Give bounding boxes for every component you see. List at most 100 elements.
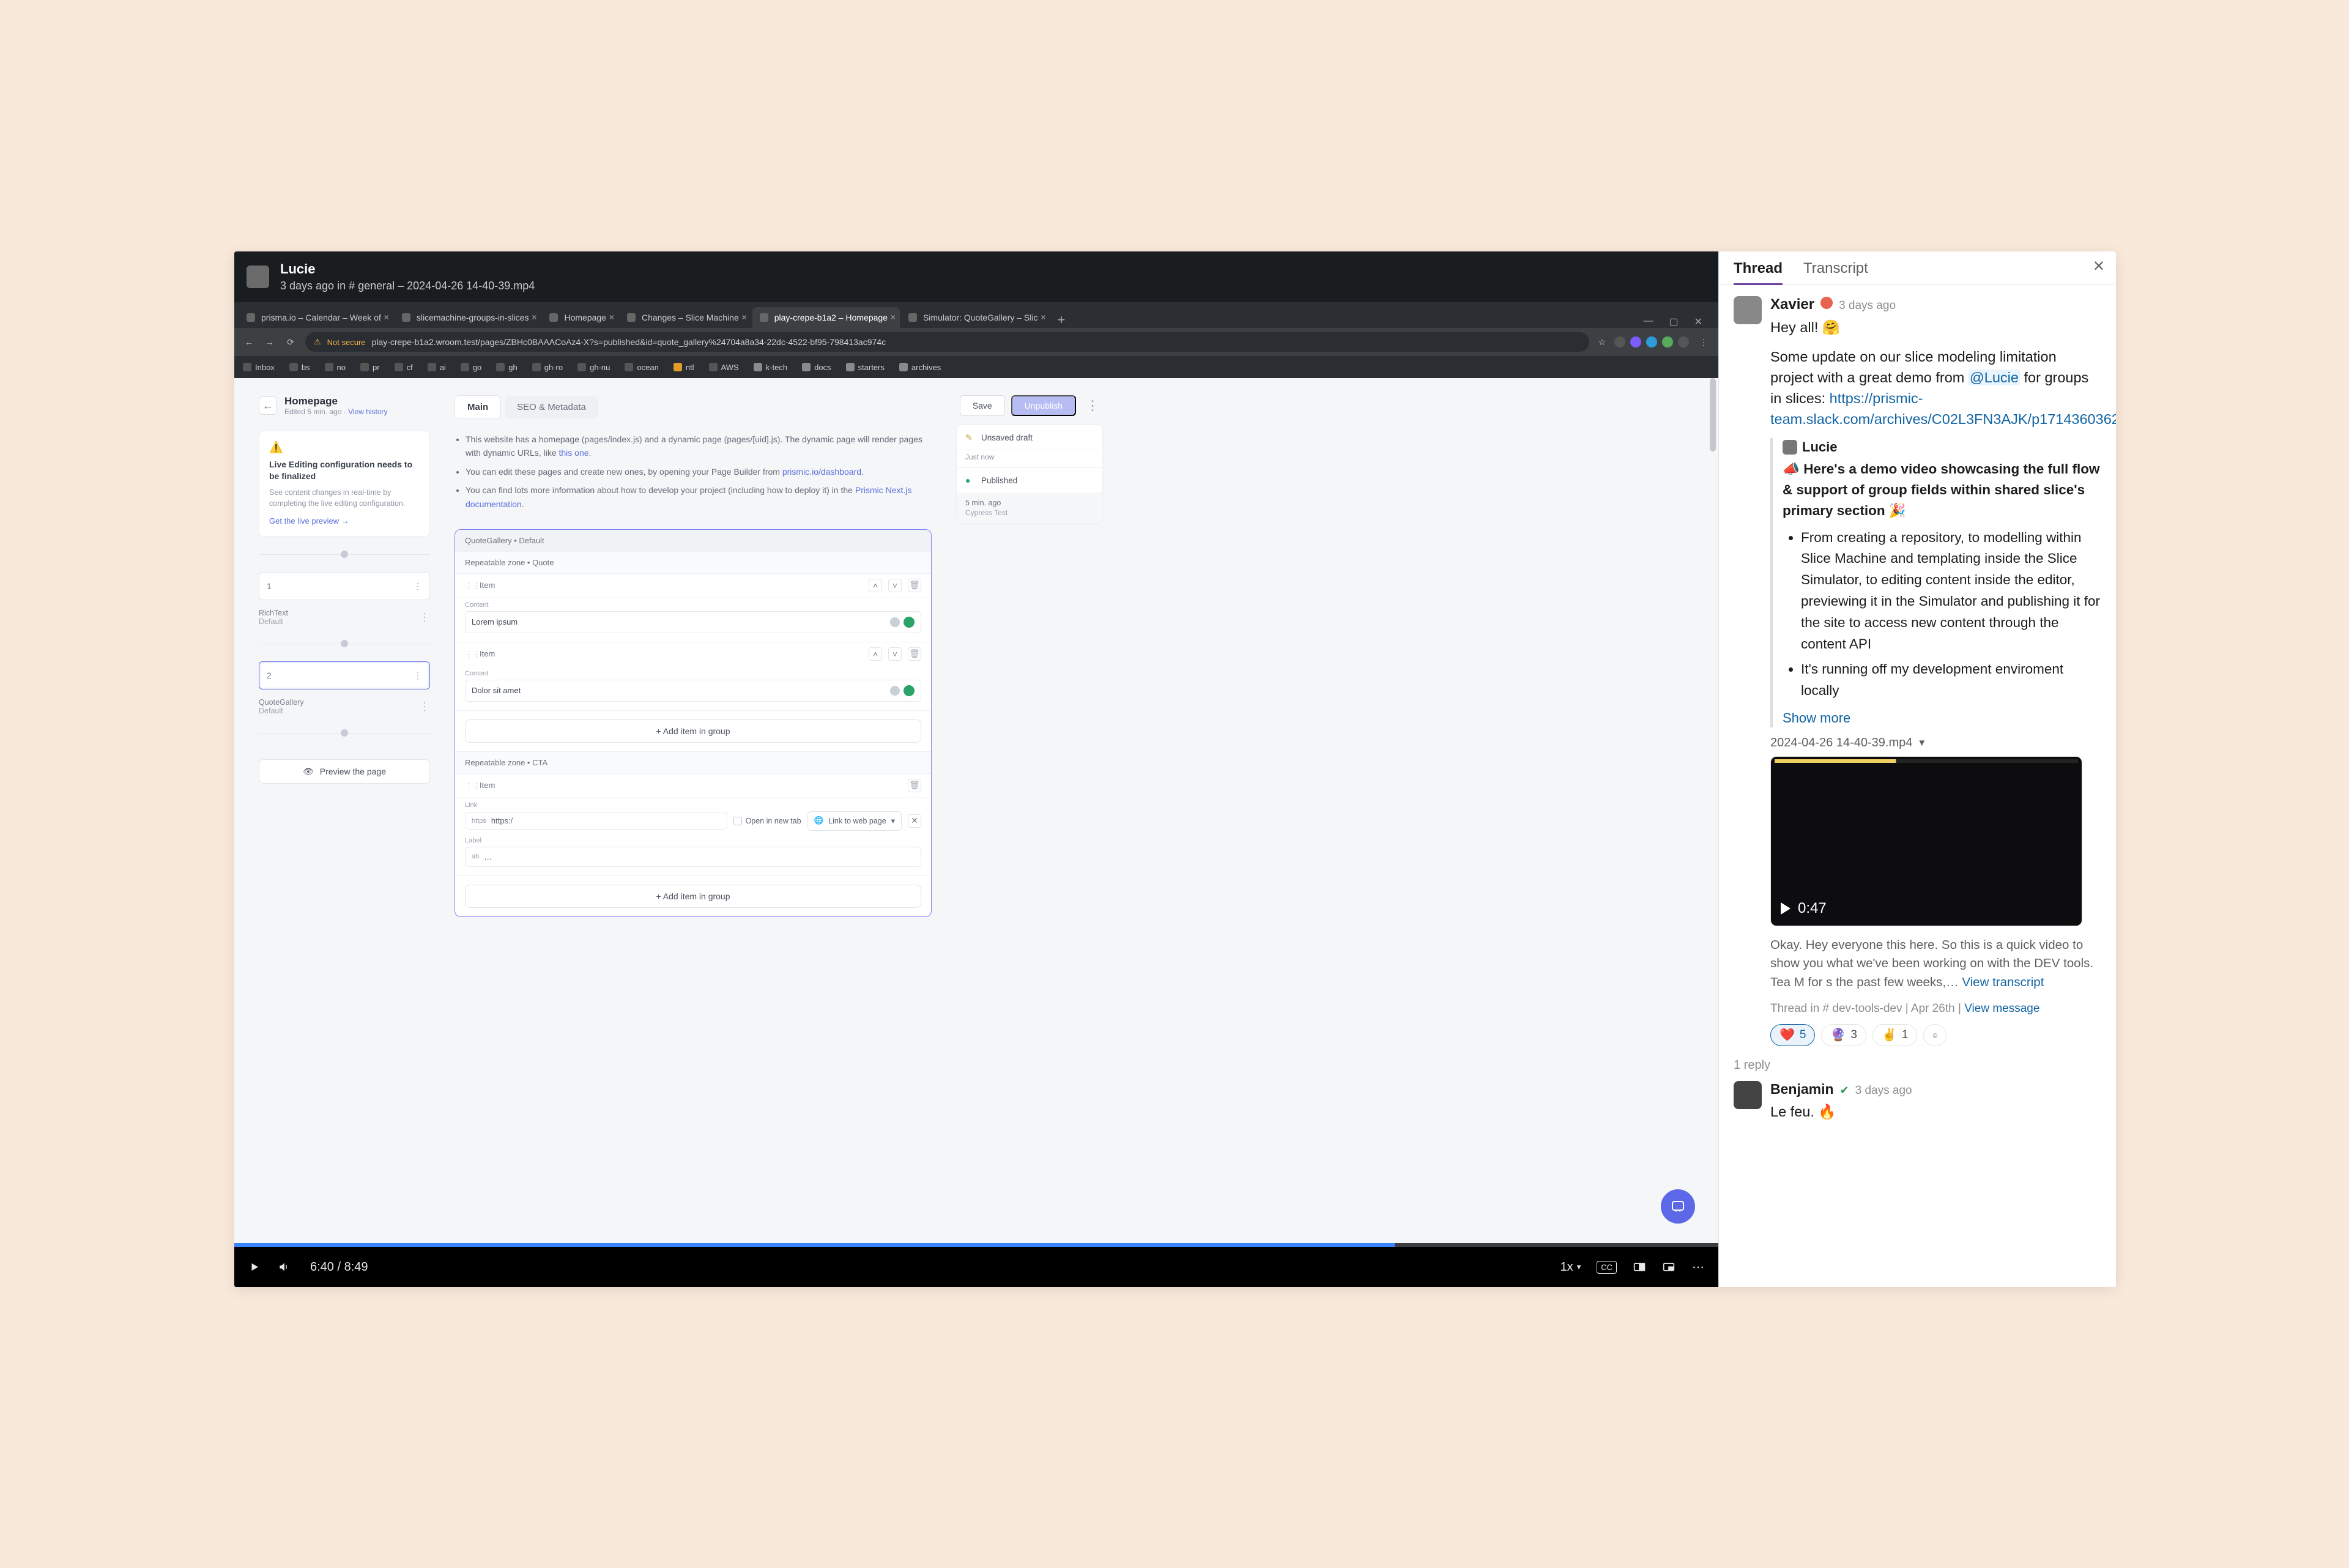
add-item-button[interactable]: + Add item in group xyxy=(465,719,921,743)
open-new-tab-checkbox[interactable]: Open in new tab xyxy=(733,817,801,825)
slice-slot-active[interactable]: 2⋮ xyxy=(259,661,430,689)
attachment-row[interactable]: 2024-04-26 14-40-39.mp4 ▼ xyxy=(1770,736,2101,750)
bookmark[interactable]: gh-nu xyxy=(577,363,610,372)
link-type-select[interactable]: 🌐Link to web page▾ xyxy=(807,811,902,831)
get-preview-link[interactable]: Get the live preview → xyxy=(269,516,349,526)
bookmark[interactable]: pr xyxy=(360,363,380,372)
extension-icon[interactable] xyxy=(1678,336,1689,347)
close-icon[interactable]: ✕ xyxy=(609,313,615,322)
close-icon[interactable]: ✕ xyxy=(531,313,537,322)
view-history-link[interactable]: View history xyxy=(348,407,387,416)
author-name[interactable]: Benjamin xyxy=(1770,1081,1834,1098)
pip-icon[interactable] xyxy=(1662,1260,1675,1274)
message-time[interactable]: 3 days ago xyxy=(1855,1084,1912,1098)
browser-tab[interactable]: Homepage✕ xyxy=(542,307,618,328)
extension-icon[interactable] xyxy=(1614,336,1625,347)
add-reaction-button[interactable]: ☺ xyxy=(1923,1024,1946,1046)
quoted-author[interactable]: Lucie xyxy=(1802,439,1837,455)
cc-button[interactable]: CC xyxy=(1597,1261,1617,1274)
back-button[interactable]: ← xyxy=(259,396,277,415)
view-message-link[interactable]: View message xyxy=(1964,1002,2039,1015)
slice-slot[interactable]: 1⋮ xyxy=(259,572,430,600)
nav-back-icon[interactable]: ← xyxy=(243,336,255,348)
save-button[interactable]: Save xyxy=(960,395,1005,416)
drag-icon[interactable]: ⋮⋮ xyxy=(465,650,473,658)
bookmark[interactable]: go xyxy=(461,363,481,372)
bookmark-folder[interactable]: archives xyxy=(899,363,941,372)
move-up-button[interactable]: ˄ xyxy=(869,647,882,661)
volume-icon[interactable] xyxy=(277,1260,291,1274)
video-frame[interactable]: prisma.io – Calendar – Week of✕ slicemac… xyxy=(234,302,1718,1243)
close-icon[interactable]: ✕ xyxy=(890,313,896,322)
extension-icon[interactable] xyxy=(1646,336,1657,347)
unpublish-button[interactable]: Unpublish xyxy=(1011,395,1076,416)
mention[interactable]: @Lucie xyxy=(1969,370,2020,385)
slot-menu-icon[interactable]: ⋮ xyxy=(414,581,422,592)
avatar[interactable] xyxy=(1734,1081,1762,1109)
reaction[interactable]: 🔮3 xyxy=(1821,1024,1866,1046)
theater-icon[interactable] xyxy=(1633,1260,1646,1274)
window-maximize-icon[interactable]: ▢ xyxy=(1669,316,1678,328)
move-down-button[interactable]: ˅ xyxy=(888,579,902,592)
kebab-icon[interactable]: ⋮ xyxy=(1082,398,1103,414)
view-transcript-link[interactable]: View transcript xyxy=(1962,975,2044,989)
content-input[interactable]: Lorem ipsum xyxy=(465,611,921,633)
extension-icon[interactable] xyxy=(1662,336,1673,347)
preview-page-button[interactable]: 👁Preview the page xyxy=(259,759,430,784)
drag-icon[interactable]: ⋮⋮ xyxy=(465,581,473,590)
slice-divider[interactable] xyxy=(259,726,430,740)
channel-link[interactable]: # dev-tools-dev xyxy=(1823,1002,1902,1015)
play-icon[interactable] xyxy=(248,1260,261,1274)
extension-icon[interactable] xyxy=(1630,336,1641,347)
link-input[interactable]: https https:/ xyxy=(465,812,727,830)
star-icon[interactable]: ☆ xyxy=(1598,337,1606,347)
link[interactable]: prismic.io/dashboard xyxy=(782,467,861,477)
tab-transcript[interactable]: Transcript xyxy=(1803,260,1868,284)
label-input[interactable]: ab … xyxy=(465,847,921,867)
delete-icon[interactable]: 🗑 xyxy=(908,779,921,792)
browser-tab-active[interactable]: play-crepe-b1a2 – Homepage✕ xyxy=(752,307,900,328)
video-attachment-thumb[interactable]: 0:47 xyxy=(1770,756,2082,926)
window-close-icon[interactable]: ✕ xyxy=(1694,316,1702,328)
drag-icon[interactable]: ⋮⋮ xyxy=(465,781,473,790)
delete-icon[interactable]: 🗑 xyxy=(908,579,921,592)
bookmark-folder[interactable]: docs xyxy=(802,363,831,372)
close-icon[interactable]: ✕ xyxy=(1040,313,1046,322)
delete-icon[interactable]: 🗑 xyxy=(908,647,921,661)
move-up-button[interactable]: ˄ xyxy=(869,579,882,592)
avatar[interactable] xyxy=(1734,296,1762,324)
message-time[interactable]: 3 days ago xyxy=(1839,299,1896,313)
close-icon[interactable]: ✕ xyxy=(2093,258,2105,275)
content-input[interactable]: Dolor sit amet xyxy=(465,680,921,702)
browser-tab[interactable]: Changes – Slice Machine✕ xyxy=(620,307,751,328)
slice-divider[interactable] xyxy=(259,637,430,650)
bookmark[interactable]: Inbox xyxy=(243,363,275,372)
tab-seo[interactable]: SEO & Metadata xyxy=(505,396,598,418)
intercom-fab[interactable] xyxy=(1661,1189,1695,1224)
speed-control[interactable]: 1x▾ xyxy=(1560,1260,1581,1274)
browser-tab[interactable]: prisma.io – Calendar – Week of✕ xyxy=(239,307,393,328)
bookmark-folder[interactable]: starters xyxy=(846,363,885,372)
tab-thread[interactable]: Thread xyxy=(1734,260,1783,284)
bookmark[interactable]: ai xyxy=(428,363,446,372)
reaction[interactable]: ❤️5 xyxy=(1770,1024,1815,1046)
nav-forward-icon[interactable]: → xyxy=(264,336,276,348)
reaction[interactable]: ✌️1 xyxy=(1872,1024,1917,1046)
bookmark[interactable]: gh-ro xyxy=(532,363,563,372)
move-down-button[interactable]: ˅ xyxy=(888,647,902,661)
show-more-link[interactable]: Show more xyxy=(1783,710,1850,726)
author-name[interactable]: Xavier xyxy=(1770,296,1814,313)
bookmark[interactable]: gh xyxy=(496,363,517,372)
new-tab-button[interactable]: + xyxy=(1052,312,1072,328)
more-icon[interactable]: ⋯ xyxy=(1691,1260,1705,1274)
nav-reload-icon[interactable]: ⟳ xyxy=(284,336,297,348)
slice-divider[interactable] xyxy=(259,548,430,561)
link[interactable]: this one xyxy=(559,448,589,458)
tab-main[interactable]: Main xyxy=(455,395,501,419)
video-progress[interactable] xyxy=(234,1243,1718,1247)
bookmark[interactable]: cf xyxy=(395,363,413,372)
browser-menu-icon[interactable]: ⋮ xyxy=(1698,336,1710,348)
address-field[interactable]: ⚠ Not secure play-crepe-b1a2.wroom.test/… xyxy=(305,332,1589,352)
bookmark-folder[interactable]: k-tech xyxy=(754,363,787,372)
bookmark[interactable]: bs xyxy=(289,363,310,372)
